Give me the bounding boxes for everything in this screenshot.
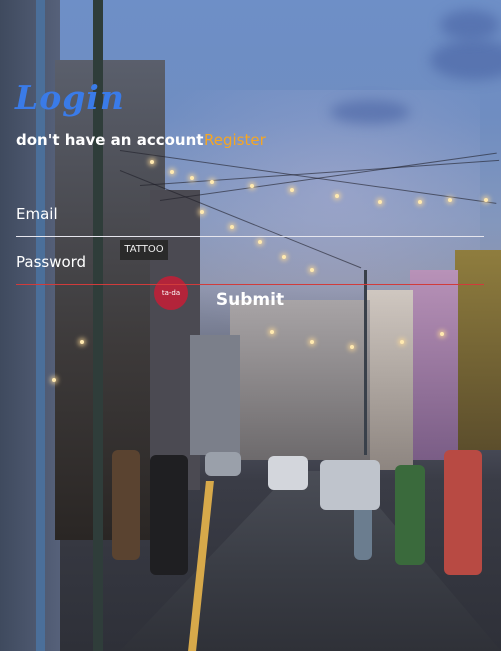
cyclist xyxy=(150,455,188,575)
pedestrian xyxy=(444,450,482,575)
light-bulb xyxy=(190,176,194,180)
pedestrian xyxy=(112,450,140,560)
car xyxy=(320,460,380,510)
center-building-2 xyxy=(190,335,240,455)
center-building xyxy=(230,300,370,460)
light-bulb xyxy=(448,198,452,202)
light-bulb xyxy=(350,345,354,349)
light-bulb xyxy=(310,340,314,344)
heart-sign: ta-da xyxy=(154,276,188,310)
light-bulb xyxy=(52,378,56,382)
light-bulb xyxy=(290,188,294,192)
light-bulb xyxy=(80,340,84,344)
cloud xyxy=(330,100,410,124)
email-underline xyxy=(16,236,484,237)
light-bulb xyxy=(335,194,339,198)
submit-button[interactable]: Submit xyxy=(205,288,295,312)
light-bulb xyxy=(230,225,234,229)
light-bulb xyxy=(440,332,444,336)
password-field[interactable] xyxy=(16,251,486,273)
pedestrian xyxy=(395,465,425,565)
account-prompt: don't have an account xyxy=(16,131,204,149)
car xyxy=(268,456,308,490)
street-lamp-pole xyxy=(364,270,367,455)
cloud xyxy=(430,40,501,80)
right-building xyxy=(455,250,501,450)
light-bulb xyxy=(170,170,174,174)
login-title: Login xyxy=(15,78,125,117)
light-bulb xyxy=(150,160,154,164)
light-bulb xyxy=(210,180,214,184)
light-bulb xyxy=(400,340,404,344)
cloud xyxy=(440,10,500,40)
email-field[interactable] xyxy=(16,203,486,225)
password-underline xyxy=(16,284,484,285)
car xyxy=(205,452,241,476)
right-building-3 xyxy=(365,290,413,470)
register-link[interactable]: Register xyxy=(204,131,266,149)
light-bulb xyxy=(250,184,254,188)
light-bulb xyxy=(484,198,488,202)
light-bulb xyxy=(270,330,274,334)
right-building-2 xyxy=(410,270,458,460)
light-bulb xyxy=(258,240,262,244)
